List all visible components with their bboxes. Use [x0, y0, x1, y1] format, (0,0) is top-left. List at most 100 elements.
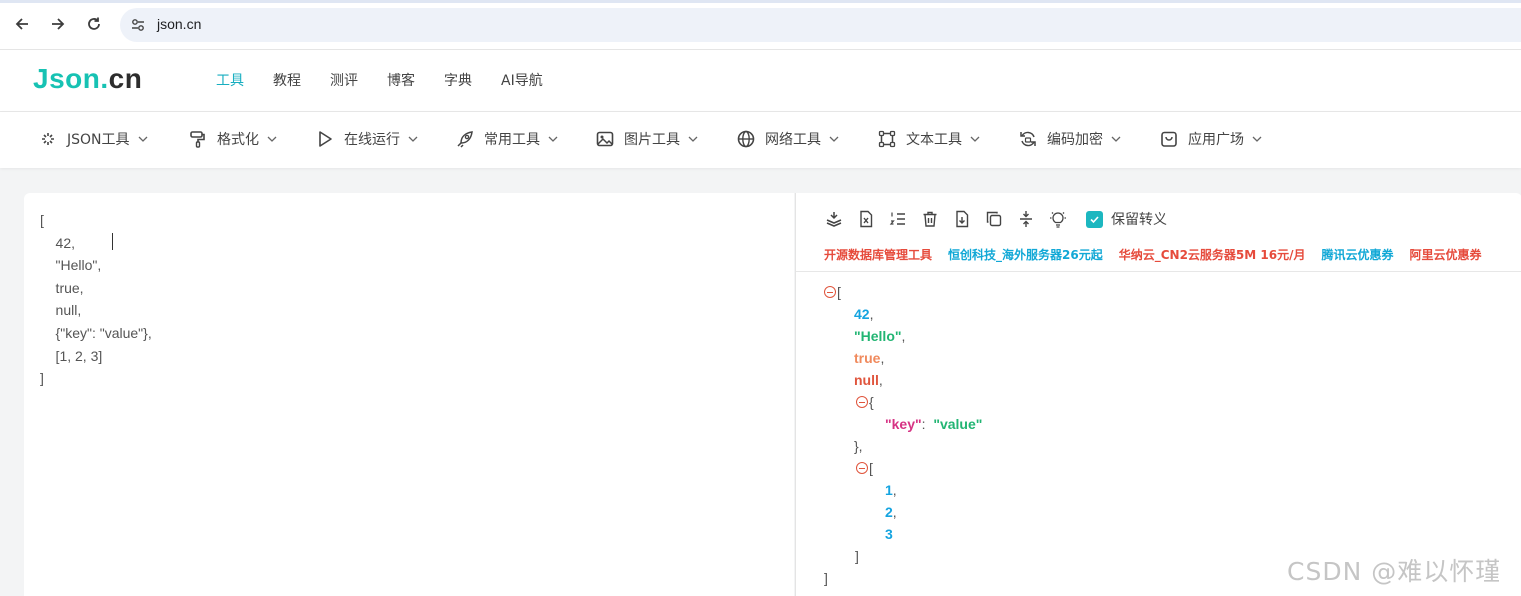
object-key: "key" — [885, 416, 922, 432]
bulb-icon[interactable] — [1048, 209, 1068, 229]
excel-icon[interactable] — [856, 209, 876, 229]
promo-link[interactable]: 腾讯云优惠券 — [1321, 246, 1393, 263]
promo-link[interactable]: 恒创科技_海外服务器26元起 — [948, 246, 1103, 263]
collapse-toggle-icon[interactable] — [856, 396, 868, 408]
number-value: 2 — [885, 504, 893, 520]
list-order-icon[interactable] — [888, 209, 908, 229]
tree-line: "Hello", — [824, 325, 982, 347]
chevron-down-icon — [829, 136, 839, 142]
trash-icon[interactable] — [920, 209, 940, 229]
forward-icon[interactable] — [47, 13, 69, 35]
tool-nav-app-square[interactable]: 应用广场 — [1159, 129, 1262, 149]
url-text[interactable]: json.cn — [157, 16, 201, 32]
collapse-icon[interactable] — [1016, 209, 1036, 229]
compress-icon[interactable] — [824, 209, 844, 229]
comma: , — [880, 350, 885, 366]
comma: , — [878, 372, 883, 388]
download-icon[interactable] — [952, 209, 972, 229]
browser-toolbar: json.cn — [0, 0, 1521, 50]
json-input-editor[interactable]: [ 42, "Hello", true, null, {"key": "valu… — [24, 193, 794, 596]
paint-roller-icon — [190, 131, 205, 148]
refresh-lock-icon — [1020, 131, 1036, 147]
tool-nav-label: JSON工具 — [67, 132, 130, 148]
tab-strip-edge — [0, 0, 1521, 3]
rocket-icon — [457, 131, 473, 148]
tool-nav-label: 常用工具 — [484, 132, 540, 148]
comma: , — [892, 504, 897, 520]
tree-line: ] — [824, 567, 982, 589]
watermark: CSDN @难以怀瑾 — [1287, 557, 1502, 586]
tool-nav-network-tools[interactable]: 网络工具 — [736, 129, 839, 149]
bracket: [ — [869, 460, 873, 476]
tree-line: true, — [824, 347, 982, 369]
editor-text[interactable]: [ 42, "Hello", true, null, {"key": "valu… — [40, 209, 152, 390]
site-header: Json.cn 工具 教程 测评 博客 字典 AI导航 — [0, 50, 1521, 112]
keep-escape-checkbox[interactable] — [1086, 210, 1103, 228]
globe-icon — [737, 130, 755, 148]
tool-nav-format[interactable]: 格式化 — [188, 129, 277, 149]
copy-icon[interactable] — [984, 209, 1004, 229]
tree-line: }, — [824, 435, 982, 457]
promo-link[interactable]: 开源数据库管理工具 — [824, 246, 932, 263]
tool-nav-label: 编码加密 — [1047, 132, 1103, 148]
tool-nav-label: 在线运行 — [344, 132, 400, 148]
editor-line: true, — [40, 279, 84, 296]
tree-line: 42, — [824, 303, 982, 325]
chevron-down-icon — [1252, 136, 1262, 142]
editor-line: ] — [40, 370, 44, 387]
tool-nav-run-online[interactable]: 在线运行 — [315, 129, 418, 149]
reload-icon[interactable] — [83, 13, 105, 35]
number-value: 1 — [885, 482, 893, 498]
collapse-toggle-icon[interactable] — [824, 286, 836, 298]
top-nav-dictionary[interactable]: 字典 — [444, 70, 472, 90]
promo-link[interactable]: 阿里云优惠券 — [1410, 246, 1482, 263]
keep-escape-label[interactable]: 保留转义 — [1111, 209, 1167, 229]
tool-nav-encoding[interactable]: 编码加密 — [1018, 129, 1121, 149]
top-nav-ai[interactable]: AI导航 — [501, 70, 543, 90]
chevron-down-icon — [548, 136, 558, 142]
site-settings-icon[interactable] — [130, 17, 146, 33]
sparkle-icon — [42, 133, 54, 145]
tree-line: [ — [824, 457, 982, 479]
tool-nav-text-tools[interactable]: 文本工具 — [877, 129, 980, 149]
top-nav-tutorials[interactable]: 教程 — [273, 70, 301, 90]
boolean-value: true — [854, 350, 881, 366]
logo-part-json: Json. — [33, 63, 109, 94]
chevron-down-icon — [970, 136, 980, 142]
collapse-toggle-icon[interactable] — [856, 462, 868, 474]
tool-nav-common-tools[interactable]: 常用工具 — [455, 129, 558, 149]
tree-line: 1, — [824, 479, 982, 501]
comma: , — [901, 328, 906, 344]
editor-line: {"key": "value"}, — [40, 324, 152, 341]
editor-line: "Hello", — [40, 257, 102, 274]
chevron-down-icon — [408, 136, 418, 142]
editor-line: [ — [40, 212, 44, 228]
text-frame-icon — [878, 130, 896, 148]
promo-link[interactable]: 华纳云_CN2云服务器5M 16元/月 — [1119, 246, 1306, 263]
back-icon[interactable] — [11, 13, 33, 35]
top-nav-blog[interactable]: 博客 — [387, 70, 415, 90]
tool-nav-image-tools[interactable]: 图片工具 — [595, 129, 698, 149]
tree-line: 3 — [824, 523, 982, 545]
site-logo[interactable]: Json.cn — [33, 63, 142, 95]
play-icon — [319, 131, 332, 147]
tree-line: ] — [824, 545, 982, 567]
chevron-down-icon — [688, 136, 698, 142]
tool-nav: JSON工具 格式化 在线运行 常用工具 图片工具 网络工具 文本工具 编码加密 — [0, 112, 1521, 168]
top-nav-tools[interactable]: 工具 — [216, 70, 244, 90]
json-result-panel: 保留转义 开源数据库管理工具 恒创科技_海外服务器26元起 华纳云_CN2云服务… — [795, 193, 1521, 596]
address-bar[interactable]: json.cn — [120, 8, 1521, 42]
promo-links: 开源数据库管理工具 恒创科技_海外服务器26元起 华纳云_CN2云服务器5M 1… — [824, 246, 1498, 263]
editor-line: null, — [40, 302, 82, 319]
chevron-down-icon — [138, 136, 147, 142]
tool-nav-json-tools[interactable]: JSON工具 — [38, 129, 148, 149]
logo-part-cn: cn — [108, 63, 143, 94]
string-value: "Hello" — [854, 328, 902, 344]
tool-nav-label: 应用广场 — [1188, 132, 1244, 148]
top-nav-reviews[interactable]: 测评 — [330, 70, 358, 90]
comma: , — [892, 482, 897, 498]
tree-line: [ — [824, 281, 982, 303]
tree-line: { — [824, 391, 982, 413]
bracket: [ — [837, 284, 841, 300]
tree-line: 2, — [824, 501, 982, 523]
